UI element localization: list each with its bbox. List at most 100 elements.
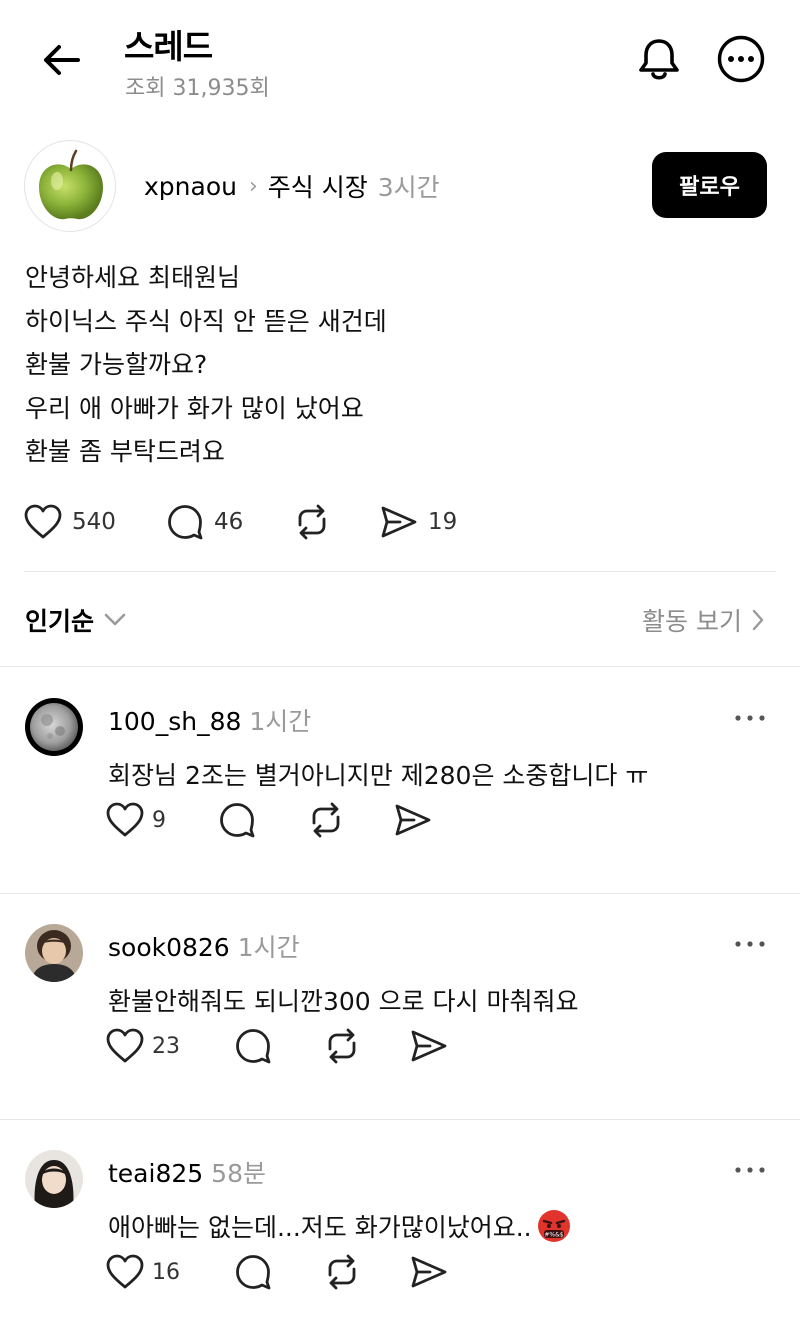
send-icon — [381, 506, 417, 538]
author-username[interactable]: xpnaou — [144, 172, 237, 201]
post-line: 하이닉스 주식 아직 안 뜯은 새건데 — [25, 306, 387, 336]
post-actions: 540 46 19 — [24, 500, 784, 544]
commenter-avatar[interactable] — [25, 698, 83, 756]
commenter-avatar[interactable] — [25, 1150, 83, 1208]
page-title: 스레드 — [124, 27, 213, 66]
comment-bubble-icon — [168, 505, 203, 540]
reply-button[interactable] — [234, 1250, 272, 1294]
send-icon — [411, 1256, 447, 1288]
post-line: 환불 좀 부탁드려요 — [25, 437, 225, 466]
topic-tag[interactable]: 주식 시장 — [268, 168, 368, 204]
comment-text-content: 애아빠는 없는데...저도 화가많이났어요.. — [108, 1213, 532, 1242]
view-activity-link[interactable]: 활동 보기 — [642, 602, 764, 638]
post-author-row: xpnaou › 주식 시장 3시간 팔로우 — [24, 140, 776, 232]
share-button[interactable] — [394, 798, 432, 842]
divider — [24, 571, 776, 572]
comment-bubble-icon — [220, 803, 255, 838]
follow-button[interactable]: 팔로우 — [652, 152, 767, 218]
commenter-avatar[interactable] — [25, 924, 83, 982]
comment-item: teai825 58분 애아빠는 없는데...저도 화가많이났어요.. #%&$ … — [0, 1120, 800, 1343]
author-avatar[interactable] — [24, 140, 116, 232]
moon-avatar-image — [25, 698, 83, 756]
face-with-symbols-on-mouth-icon: #%&$ — [537, 1210, 570, 1242]
post-timestamp: 3시간 — [377, 173, 440, 202]
repost-button[interactable] — [322, 1024, 362, 1068]
sort-bar: 인기순 활동 보기 — [0, 590, 800, 650]
reply-button[interactable] — [218, 798, 256, 842]
heart-icon — [106, 802, 144, 837]
sort-label: 인기순 — [25, 607, 95, 636]
ellipsis-circle-icon — [717, 35, 765, 83]
post-line: 환불 가능할까요? — [25, 350, 208, 379]
divider — [0, 666, 800, 667]
repost-button[interactable] — [292, 500, 332, 544]
like-button[interactable]: 9 — [106, 798, 166, 842]
chevron-right-icon: › — [248, 173, 258, 199]
back-button[interactable] — [40, 38, 84, 82]
ellipsis-icon — [735, 1167, 765, 1173]
like-count: 540 — [72, 509, 116, 535]
more-options-button[interactable] — [716, 34, 766, 84]
comment-actions: 16 — [106, 1250, 506, 1294]
reply-button[interactable]: 46 — [166, 500, 243, 544]
share-button[interactable] — [410, 1250, 448, 1294]
share-count: 19 — [428, 509, 458, 535]
view-count: 조회 31,935회 — [125, 76, 270, 101]
comment-header: sook0826 1시간 — [108, 928, 300, 964]
comment-more-button[interactable] — [730, 708, 770, 728]
activity-label: 활동 보기 — [642, 607, 742, 636]
app-header: 스레드 조회 31,935회 — [0, 0, 800, 120]
like-button[interactable]: 23 — [106, 1024, 180, 1068]
heart-icon — [106, 1254, 144, 1289]
like-button[interactable]: 16 — [106, 1250, 180, 1294]
comment-item: sook0826 1시간 환불안해줘도 되니깐300 으로 다시 마춰줘요 23 — [0, 894, 800, 1120]
reply-count: 46 — [214, 509, 244, 535]
reply-button[interactable] — [234, 1024, 272, 1068]
comment-timestamp: 1시간 — [249, 707, 312, 736]
comment-bubble-icon — [236, 1255, 271, 1290]
ellipsis-icon — [735, 715, 765, 721]
comment-text: 회장님 2조는 별거아니지만 제280은 소중합니다 ㅠ — [108, 761, 649, 790]
send-icon — [411, 1030, 447, 1062]
comment-more-button[interactable] — [730, 1160, 770, 1180]
chevron-right-icon — [752, 609, 764, 631]
comment-actions: 9 — [106, 798, 506, 842]
comment-item: 100_sh_88 1시간 회장님 2조는 별거아니지만 제280은 소중합니다 … — [0, 668, 800, 894]
svg-text:#%&$: #%&$ — [544, 1232, 563, 1239]
heart-icon — [24, 504, 62, 539]
comment-header: 100_sh_88 1시간 — [108, 702, 311, 738]
like-count: 23 — [152, 1033, 180, 1059]
like-count: 16 — [152, 1259, 180, 1285]
send-icon — [395, 804, 431, 836]
person-avatar-image — [25, 924, 83, 982]
sort-dropdown[interactable]: 인기순 — [25, 602, 126, 638]
comment-header: teai825 58분 — [108, 1154, 266, 1190]
notification-button[interactable] — [634, 34, 684, 84]
repost-icon — [328, 1254, 356, 1290]
comment-text: 환불안해줘도 되니깐300 으로 다시 마춰줘요 — [108, 987, 579, 1016]
repost-icon — [312, 802, 340, 838]
repost-button[interactable] — [306, 798, 346, 842]
comment-bubble-icon — [236, 1029, 271, 1064]
like-count: 9 — [152, 807, 166, 833]
post-line: 안녕하세요 최태원님 — [25, 263, 240, 292]
commenter-username[interactable]: teai825 — [108, 1159, 203, 1188]
repost-icon — [328, 1028, 356, 1064]
comment-timestamp: 58분 — [211, 1159, 266, 1188]
ellipsis-icon — [735, 941, 765, 947]
commenter-username[interactable]: sook0826 — [108, 933, 230, 962]
bell-icon — [639, 39, 679, 80]
chevron-down-icon — [104, 613, 126, 626]
share-button[interactable] — [410, 1024, 448, 1068]
share-button[interactable]: 19 — [380, 500, 457, 544]
comment-actions: 23 — [106, 1024, 506, 1068]
comment-more-button[interactable] — [730, 934, 770, 954]
heart-icon — [106, 1028, 144, 1063]
comment-text: 애아빠는 없는데...저도 화가많이났어요.. #%&$ — [108, 1208, 572, 1244]
repost-button[interactable] — [322, 1250, 362, 1294]
like-button[interactable]: 540 — [24, 500, 116, 544]
author-info: xpnaou › 주식 시장 3시간 — [144, 168, 440, 204]
arrow-left-icon — [44, 45, 80, 75]
commenter-username[interactable]: 100_sh_88 — [108, 707, 241, 736]
person-avatar-image — [25, 1150, 83, 1208]
